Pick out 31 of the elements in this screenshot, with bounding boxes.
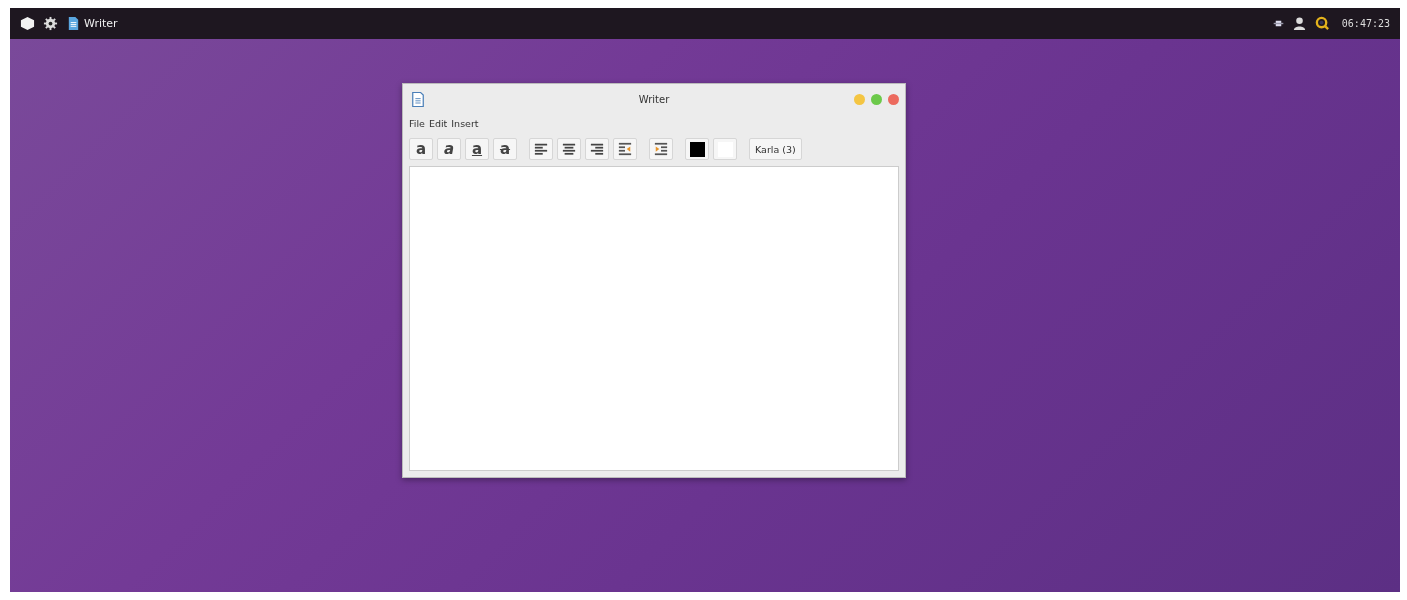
taskbar-app-button[interactable]: Writer — [66, 16, 118, 31]
align-right-button[interactable] — [585, 138, 609, 160]
align-center-icon — [562, 142, 576, 156]
menu-item[interactable]: Edit — [428, 117, 448, 129]
strike-button[interactable]: a — [493, 138, 517, 160]
user-icon[interactable] — [1291, 16, 1307, 31]
align-right-icon — [590, 142, 604, 156]
network-icon[interactable] — [1272, 18, 1284, 29]
outdent-button[interactable] — [613, 138, 637, 160]
window-title: Writer — [638, 93, 670, 105]
color-button[interactable] — [713, 138, 737, 160]
align-left-button[interactable] — [529, 138, 553, 160]
cube-icon[interactable] — [20, 16, 35, 31]
align-left-icon — [534, 142, 548, 156]
settings-icon[interactable] — [43, 16, 58, 31]
outdent-icon — [618, 142, 632, 156]
indent-button[interactable] — [649, 138, 673, 160]
bold-button[interactable]: a — [409, 138, 433, 160]
close-button[interactable] — [888, 93, 899, 105]
underline-button[interactable]: a — [465, 138, 489, 160]
menu-item[interactable]: File — [409, 117, 425, 129]
menu-item[interactable]: Insert — [451, 117, 479, 129]
font-button[interactable]: Karla (3) — [749, 138, 802, 160]
indent-icon — [654, 142, 668, 156]
search-icon[interactable] — [1314, 16, 1330, 31]
document-icon — [66, 16, 81, 31]
color-button[interactable] — [685, 138, 709, 160]
clock: 06:47:23 — [1341, 18, 1390, 29]
document-icon — [411, 90, 425, 108]
align-center-button[interactable] — [557, 138, 581, 160]
italic-button[interactable]: a — [437, 138, 461, 160]
